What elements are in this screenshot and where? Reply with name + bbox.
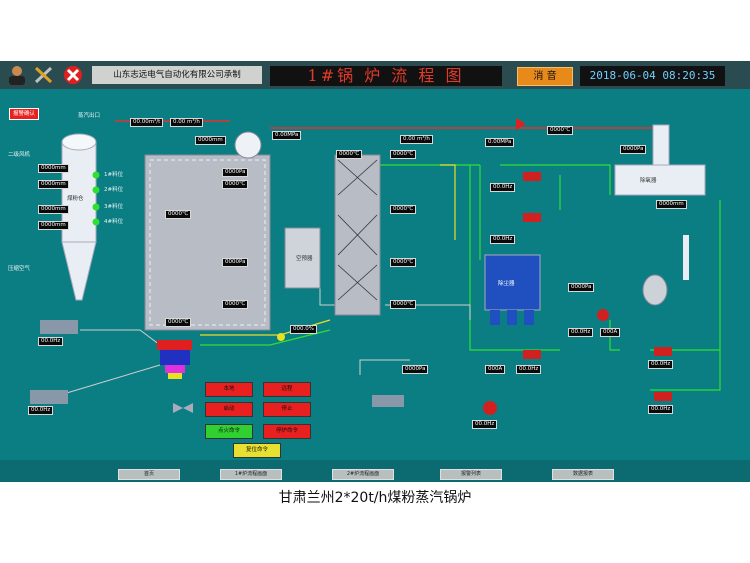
furnace-pressure-value: 0000Pa — [222, 168, 249, 177]
dust-collector-label: 除尘器 — [498, 281, 515, 287]
level-3-label: 3#料位 — [104, 204, 124, 210]
feedwater-pressure-value: 0.00MPa — [485, 138, 515, 147]
drum-level-value: 0000mm — [195, 136, 226, 145]
pump1-hz-value: 00.0Hz — [490, 183, 516, 192]
nav-boiler2[interactable]: 2#炉流程画面 — [332, 469, 394, 480]
eco-temp1-value: 0000℃ — [336, 150, 363, 159]
coal-feeder-hz-value: 00.0Hz — [38, 337, 64, 346]
bin-level3-value: 0000mm — [38, 205, 69, 214]
compressed-air-label: 压缩空气 — [8, 266, 31, 272]
level-2-label: 2#料位 — [104, 187, 124, 193]
local-button[interactable]: 本地 — [205, 382, 253, 397]
nav-reports[interactable]: 数据报表 — [552, 469, 614, 480]
circ-pump1-amp-value: 000A — [485, 365, 506, 374]
air-pressure-value: 0000Pa — [222, 258, 249, 267]
primary-fan-hz-value: 00.0Hz — [28, 406, 54, 415]
circ-pump1-hz-value: 00.0Hz — [516, 365, 542, 374]
eco-temp5-value: 0000℃ — [390, 300, 417, 309]
furnace-temp-value: 0000℃ — [222, 180, 249, 189]
ignite-button[interactable]: 点火命令 — [205, 424, 253, 439]
outlet-temp-value: 0000℃ — [222, 300, 249, 309]
pump3-hz-value: 00.0Hz — [648, 360, 674, 369]
hearth-temp-value: 0000℃ — [165, 210, 192, 219]
eco-temp3-value: 0000℃ — [390, 205, 417, 214]
level-1-label: 1#料位 — [104, 172, 124, 178]
steam-flow2-value: 0.00 m³/h — [170, 118, 203, 127]
alarm-confirm-button[interactable]: 报警确认 — [9, 108, 39, 120]
deaerator-pressure-value: 0000Pa — [620, 145, 647, 154]
deaerator-label: 除氧器 — [640, 178, 657, 184]
bin-level1-value: 0000mm — [38, 164, 69, 173]
dust-pressure-value: 0000Pa — [568, 283, 595, 292]
level-4-label: 4#料位 — [104, 219, 124, 225]
deaerator-level-value: 0000mm — [656, 200, 687, 209]
reset-button[interactable]: 复位命令 — [233, 443, 281, 458]
coal-bin-label: 煤粉仓 — [67, 196, 84, 202]
drum-pressure-value: 0.00MPa — [272, 131, 302, 140]
start-button[interactable]: 启动 — [205, 402, 253, 417]
valve-pct-value: 000.0% — [290, 325, 317, 334]
nav-alarm-list[interactable]: 报警列表 — [440, 469, 502, 480]
air-preheater-label: 空预器 — [296, 256, 313, 262]
eco-temp2-value: 0000℃ — [390, 150, 417, 159]
eco-temp4-value: 0000℃ — [390, 258, 417, 267]
stop-furnace-button[interactable]: 停炉命令 — [263, 424, 311, 439]
bin-level4-value: 0000mm — [38, 221, 69, 230]
remote-button[interactable]: 远程 — [263, 382, 311, 397]
circ-pump2-hz-value: 00.0Hz — [472, 420, 498, 429]
image-caption: 甘肃兰州2*20t/h煤粉蒸汽锅炉 — [278, 490, 472, 506]
exhaust-temp-value: 0000℃ — [165, 318, 192, 327]
pump4-hz-value: 00.0Hz — [648, 405, 674, 414]
nav-boiler1[interactable]: 1#炉流程画面 — [220, 469, 282, 480]
secondary-air-label: 二级风机 — [8, 152, 31, 158]
stop-button[interactable]: 停止 — [263, 402, 311, 417]
pump2-hz-value: 00.0Hz — [490, 235, 516, 244]
bin-level2-value: 0000mm — [38, 180, 69, 189]
induced-fan-amp-value: 000A — [600, 328, 621, 337]
nav-home[interactable]: 首页 — [118, 469, 180, 480]
steam-outlet-label: 蒸汽出口 — [78, 113, 101, 119]
steam-flow-value: 00.00m³/t — [130, 118, 164, 127]
induced-fan-hz-value: 00.0Hz — [568, 328, 594, 337]
deaerator-temp-value: 0000℃ — [547, 126, 574, 135]
feedwater-flow-value: 0.00 m³/h — [400, 135, 433, 144]
blower-pressure-value: 0000Pa — [402, 365, 429, 374]
